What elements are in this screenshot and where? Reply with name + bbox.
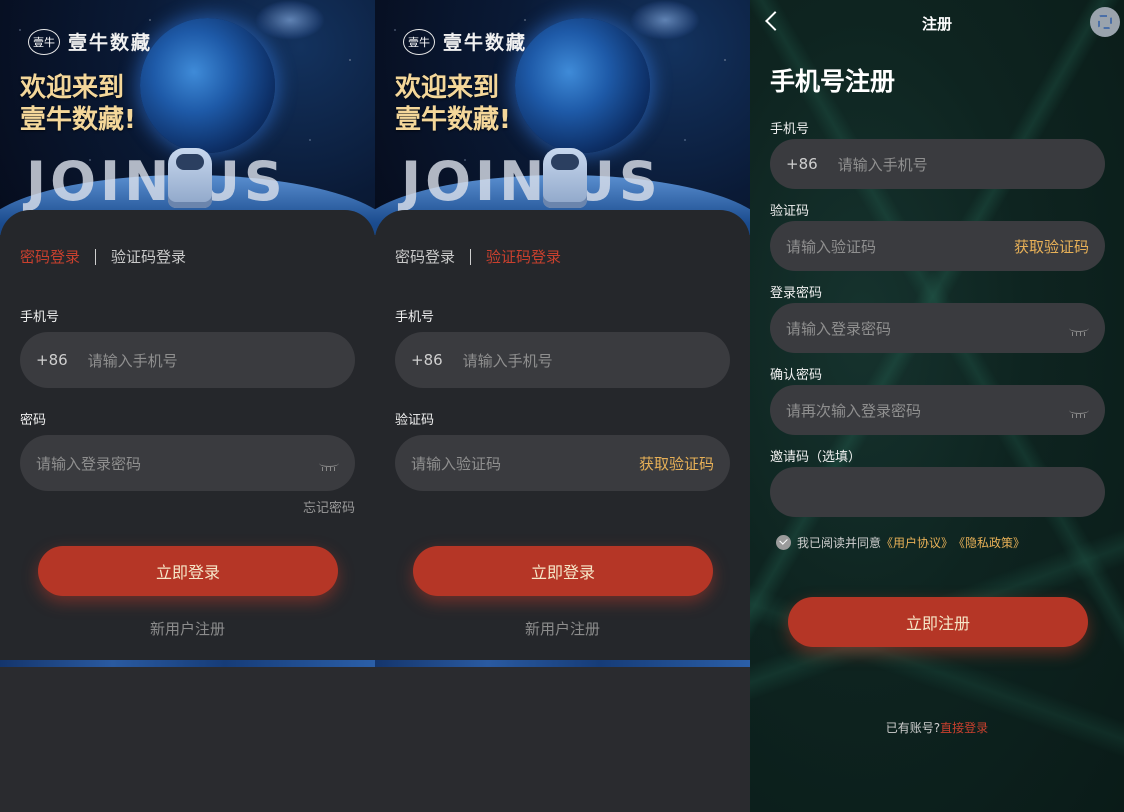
password-input[interactable]: 请输入登录密码 xyxy=(20,435,355,491)
code-input[interactable]: 请输入验证码 获取验证码 xyxy=(770,221,1105,271)
password-label: 登录密码 xyxy=(770,286,823,301)
welcome-line-1: 欢迎来到 xyxy=(395,73,500,103)
logo-icon: 壹牛 xyxy=(403,28,435,55)
invite-code-input[interactable] xyxy=(770,467,1105,517)
login-tabs: 密码登录 验证码登录 xyxy=(395,246,561,267)
login-prompt: 已有账号?直接登录 xyxy=(750,719,1124,736)
phone-placeholder: 请输入手机号 xyxy=(462,351,553,370)
code-label: 验证码 xyxy=(770,204,810,219)
phone-placeholder: 请输入手机号 xyxy=(87,351,178,370)
agreement-text: 我已阅读并同意 xyxy=(797,536,882,550)
phone-input[interactable]: +86 请输入手机号 xyxy=(395,332,730,388)
agreement-row: 我已阅读并同意 《用户协议》 《隐私政策》 xyxy=(776,534,1025,551)
invite-code-label: 邀请码（选填） xyxy=(770,450,862,465)
phone-label: 手机号 xyxy=(20,310,60,325)
forgot-password-link[interactable]: 忘记密码 xyxy=(303,497,355,516)
login-button[interactable]: 立即登录 xyxy=(38,546,338,596)
tab-code-login[interactable]: 验证码登录 xyxy=(486,246,561,267)
welcome-line-2: 壹牛数藏! xyxy=(395,105,511,135)
password-input[interactable]: 请输入登录密码 xyxy=(770,303,1105,353)
welcome-line-1: 欢迎来到 xyxy=(20,73,125,103)
user-agreement-link[interactable]: 《用户协议》 xyxy=(881,534,953,551)
phone-label: 手机号 xyxy=(770,122,810,137)
astronaut-image xyxy=(168,148,212,208)
login-card: 密码登录 验证码登录 手机号 +86 请输入手机号 密码 请输入登录密码 忘记密… xyxy=(0,210,375,660)
get-code-button[interactable]: 获取验证码 xyxy=(1014,236,1089,257)
scan-icon xyxy=(1098,15,1112,29)
code-login-screen: 壹牛 壹牛数藏 欢迎来到 壹牛数藏! JOIN US 密码登录 验证码登录 手机… xyxy=(375,0,750,812)
country-code[interactable]: +86 xyxy=(786,155,818,173)
tab-password-login[interactable]: 密码登录 xyxy=(20,246,80,267)
welcome-line-2: 壹牛数藏! xyxy=(20,105,136,135)
tab-code-login[interactable]: 验证码登录 xyxy=(111,246,186,267)
country-code[interactable]: +86 xyxy=(36,351,68,369)
eye-closed-icon[interactable] xyxy=(319,459,339,471)
nav-title: 注册 xyxy=(921,15,952,33)
join-us-text: JOIN US xyxy=(401,150,662,213)
code-placeholder: 请输入验证码 xyxy=(786,237,877,256)
welcome-text: 欢迎来到 壹牛数藏! xyxy=(20,72,136,136)
login-card: 密码登录 验证码登录 手机号 +86 请输入手机号 验证码 请输入验证码 获取验… xyxy=(375,210,750,660)
logo-text: 壹牛数藏 xyxy=(68,32,153,54)
confirm-password-input[interactable]: 请再次输入登录密码 xyxy=(770,385,1105,435)
banner-cloud xyxy=(255,0,325,40)
register-link[interactable]: 新用户注册 xyxy=(0,618,375,639)
login-link[interactable]: 直接登录 xyxy=(940,721,988,735)
code-label: 验证码 xyxy=(395,413,435,428)
confirm-password-label: 确认密码 xyxy=(770,368,823,383)
logo-icon: 壹牛 xyxy=(28,28,60,55)
tab-divider xyxy=(470,248,472,265)
join-us-text: JOIN US xyxy=(26,150,287,213)
nav-bar: 注册 xyxy=(750,0,1124,46)
phone-label: 手机号 xyxy=(395,310,435,325)
eye-closed-icon[interactable] xyxy=(1069,406,1089,418)
code-placeholder: 请输入验证码 xyxy=(411,454,502,473)
tab-password-login[interactable]: 密码登录 xyxy=(395,246,455,267)
phone-input[interactable]: +86 请输入手机号 xyxy=(770,139,1105,189)
register-button[interactable]: 立即注册 xyxy=(788,597,1088,647)
login-button[interactable]: 立即登录 xyxy=(413,546,713,596)
password-login-screen: 壹牛 壹牛数藏 欢迎来到 壹牛数藏! JOIN US 密码登录 验证码登录 手机… xyxy=(0,0,375,812)
confirm-password-placeholder: 请再次输入登录密码 xyxy=(786,401,922,420)
get-code-button[interactable]: 获取验证码 xyxy=(639,453,714,474)
logo: 壹牛 壹牛数藏 xyxy=(28,28,152,55)
login-tabs: 密码登录 验证码登录 xyxy=(20,246,186,267)
planet-image xyxy=(140,18,275,153)
logo-text: 壹牛数藏 xyxy=(443,32,528,54)
register-screen: 注册 手机号注册 手机号 +86 请输入手机号 验证码 请输入验证码 获取验证码… xyxy=(750,0,1124,812)
register-link[interactable]: 新用户注册 xyxy=(375,618,750,639)
password-placeholder: 请输入登录密码 xyxy=(786,319,892,338)
tab-divider xyxy=(95,248,97,265)
page-title: 手机号注册 xyxy=(770,67,896,96)
astronaut-image xyxy=(543,148,587,208)
banner: 壹牛 壹牛数藏 欢迎来到 壹牛数藏! JOIN US xyxy=(0,0,375,235)
password-placeholder: 请输入登录密码 xyxy=(36,454,142,473)
phone-input[interactable]: +86 请输入手机号 xyxy=(20,332,355,388)
welcome-text: 欢迎来到 壹牛数藏! xyxy=(395,72,511,136)
code-input[interactable]: 请输入验证码 获取验证码 xyxy=(395,435,730,491)
eye-closed-icon[interactable] xyxy=(1069,324,1089,336)
banner: 壹牛 壹牛数藏 欢迎来到 壹牛数藏! JOIN US xyxy=(375,0,750,235)
checkbox-checked-icon[interactable] xyxy=(776,535,791,550)
phone-placeholder: 请输入手机号 xyxy=(837,155,928,174)
scan-button[interactable] xyxy=(1090,7,1120,37)
banner-cloud xyxy=(630,0,700,40)
have-account-text: 已有账号? xyxy=(885,721,941,735)
country-code[interactable]: +86 xyxy=(411,351,443,369)
password-label: 密码 xyxy=(20,413,47,428)
planet-image xyxy=(515,18,650,153)
logo: 壹牛 壹牛数藏 xyxy=(403,28,527,55)
privacy-policy-link[interactable]: 《隐私政策》 xyxy=(953,534,1025,551)
